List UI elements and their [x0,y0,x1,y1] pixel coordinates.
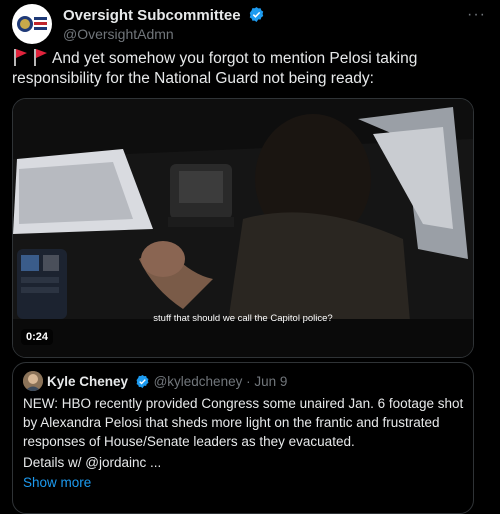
quoted-header: Kyle Cheney @kyledcheney · Jun 9 [47,374,287,389]
quoted-details: Details w/ @jordainc ... [23,455,162,470]
red-flag-icon [34,49,47,66]
show-more-link[interactable]: Show more [23,475,91,490]
quoted-tweet[interactable]: Kyle Cheney @kyledcheney · Jun 9 NEW: HB… [12,362,474,514]
video-duration: 0:24 [21,329,54,345]
quoted-handle: @kyledcheney [153,374,243,389]
red-flag-icon [14,49,27,66]
tweet-header: Oversight Subcommittee @OversightAdmn ··… [12,4,488,48]
quoted-date: · Jun 9 [246,374,288,389]
video-caption: stuff that should we call the Capitol po… [153,313,333,324]
video-player[interactable]: stuff that should we call the Capitol po… [12,98,474,358]
more-options-icon[interactable]: ··· [467,6,486,24]
account-avatar[interactable] [12,4,52,44]
avatar-photo [23,371,43,391]
quoted-account-avatar [23,371,43,391]
account-name-row[interactable]: Oversight Subcommittee [63,6,265,24]
account-display-name[interactable]: Oversight Subcommittee [63,7,241,24]
quoted-display-name: Kyle Cheney [47,374,129,389]
verified-badge-icon [249,7,263,22]
account-handle[interactable]: @OversightAdmn [63,26,174,42]
subcommittee-logo-icon [17,16,47,32]
quoted-text: NEW: HBO recently provided Congress some… [23,396,464,449]
tweet-text: And yet somehow you forgot to mention Pe… [12,50,418,87]
tweet-body: And yet somehow you forgot to mention Pe… [12,48,482,89]
verified-badge-icon [136,374,149,389]
